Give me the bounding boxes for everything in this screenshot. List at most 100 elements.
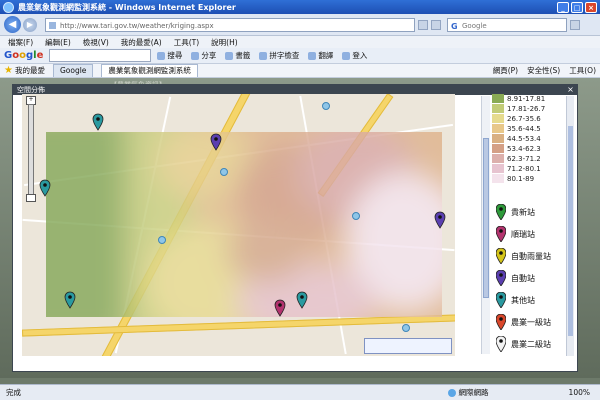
legend-station-row: 農業二級站 bbox=[496, 336, 551, 352]
stop-icon[interactable] bbox=[431, 19, 441, 30]
google-toolbar: Google 搜尋 分享 書籤 拼字檢查 翻譯 登入 bbox=[0, 48, 600, 64]
tab-google[interactable]: Google bbox=[52, 64, 94, 77]
legend-range-row: 80.1-89 bbox=[492, 174, 534, 183]
ie-logo-icon bbox=[3, 1, 14, 13]
toolbar-share[interactable]: 分享 bbox=[191, 50, 216, 61]
legend-range-row: 71.2-80.1 bbox=[492, 164, 541, 173]
globe-icon bbox=[447, 388, 456, 397]
legend-range-label: 53.4-62.3 bbox=[507, 144, 541, 153]
google-logo: Google bbox=[4, 50, 44, 61]
legend-swatch bbox=[492, 94, 504, 103]
toolbar-search[interactable]: 搜尋 bbox=[157, 50, 182, 61]
menu-file[interactable]: 檔案(F) bbox=[8, 37, 33, 48]
back-button[interactable]: ◀ bbox=[4, 16, 21, 33]
command-page[interactable]: 網頁(P) bbox=[493, 65, 518, 76]
legend-range-row: 53.4-62.3 bbox=[492, 144, 541, 153]
user-icon bbox=[342, 51, 351, 60]
legend-station-label: 農業一級站 bbox=[511, 317, 551, 327]
legend-station-row: 自動站 bbox=[496, 270, 535, 286]
toolbar-signin[interactable]: 登入 bbox=[342, 50, 367, 61]
legend-range-row: 26.7-35.6 bbox=[492, 114, 541, 123]
menu-edit[interactable]: 編輯(E) bbox=[45, 37, 71, 48]
station-marker[interactable] bbox=[39, 179, 51, 197]
search-placeholder: Google bbox=[462, 21, 487, 30]
favorites-star-icon[interactable]: ★ bbox=[4, 65, 13, 76]
favorites-label[interactable]: 我的最愛 bbox=[15, 65, 45, 76]
menu-bar: 檔案(F) 編輯(E) 檢視(V) 我的最愛(A) 工具(T) 說明(H) bbox=[0, 36, 600, 48]
station-marker[interactable] bbox=[434, 211, 446, 229]
legend-range-row: 17.81-26.7 bbox=[492, 104, 545, 113]
legend-station-label: 農業二級站 bbox=[511, 339, 551, 349]
menu-tools[interactable]: 工具(T) bbox=[174, 37, 199, 48]
legend-range-label: 35.6-44.5 bbox=[507, 124, 541, 133]
google-search-icon: G bbox=[451, 21, 458, 31]
legend-range-label: 8.91-17.81 bbox=[507, 94, 546, 103]
station-pin-icon bbox=[496, 292, 506, 308]
popup-title: 空間分佈 bbox=[17, 86, 45, 94]
station-marker[interactable] bbox=[92, 113, 104, 131]
legend-range-row: 44.5-53.4 bbox=[492, 134, 541, 143]
tab-weather-system[interactable]: 農業氣象觀測網監測系統 bbox=[101, 64, 198, 77]
popup-scrollbar[interactable] bbox=[481, 96, 490, 354]
refresh-icon[interactable] bbox=[418, 19, 428, 30]
address-bar: ◀ ▶ http://www.tari.gov.tw/weather/krigi… bbox=[0, 14, 600, 36]
toolbar-translate[interactable]: 翻譯 bbox=[308, 50, 333, 61]
bookmark-icon bbox=[225, 51, 234, 60]
google-toolbar-input[interactable] bbox=[49, 49, 152, 62]
station-pin-icon bbox=[496, 336, 506, 352]
page-icon bbox=[49, 21, 56, 29]
menu-view[interactable]: 檢視(V) bbox=[83, 37, 109, 48]
map-legend: 8.91-17.81 17.81-26.7 26.7-35.6 35.6-44.5 44… bbox=[492, 94, 564, 360]
station-pin-icon bbox=[496, 270, 506, 286]
spellcheck-icon bbox=[259, 51, 268, 60]
command-tools[interactable]: 工具(O) bbox=[569, 65, 596, 76]
menu-favorites[interactable]: 我的最愛(A) bbox=[121, 37, 162, 48]
legend-station-row: 順瑞站 bbox=[496, 226, 535, 242]
station-marker[interactable] bbox=[64, 291, 76, 309]
favorites-bar: ★ 我的最愛 Google 農業氣象觀測網監測系統 網頁(P) 安全性(S) 工… bbox=[0, 64, 600, 78]
legend-swatch bbox=[492, 124, 504, 133]
close-button[interactable]: × bbox=[585, 1, 597, 13]
search-input[interactable]: G Google bbox=[447, 17, 567, 32]
legend-range-row: 8.91-17.81 bbox=[492, 94, 545, 103]
map-overview-box[interactable] bbox=[364, 338, 452, 354]
legend-swatch bbox=[492, 154, 504, 163]
search-icon bbox=[157, 51, 166, 60]
station-marker[interactable] bbox=[296, 291, 308, 309]
command-safety[interactable]: 安全性(S) bbox=[527, 65, 560, 76]
legend-swatch bbox=[492, 104, 504, 113]
legend-scrollbar-thumb[interactable] bbox=[568, 126, 573, 336]
toolbar-spellcheck[interactable]: 拼字檢查 bbox=[259, 50, 299, 61]
security-zone: 網際網路 bbox=[447, 387, 489, 398]
legend-range-label: 17.81-26.7 bbox=[507, 104, 546, 113]
station-markers bbox=[39, 113, 446, 317]
popup-scrollbar-thumb[interactable] bbox=[483, 138, 489, 298]
legend-range-label: 71.2-80.1 bbox=[507, 164, 541, 173]
station-marker[interactable] bbox=[274, 299, 286, 317]
popup-close-icon[interactable]: × bbox=[566, 85, 575, 94]
legend-range-label: 62.3-71.2 bbox=[507, 154, 541, 163]
window-title: 農業氣象觀測網監測系統 - Windows Internet Explorer bbox=[18, 2, 236, 12]
share-icon bbox=[191, 51, 200, 60]
station-pin-icon bbox=[496, 204, 506, 220]
window-titlebar: 農業氣象觀測網監測系統 - Windows Internet Explorer … bbox=[0, 0, 600, 14]
map-canvas[interactable]: + bbox=[22, 94, 455, 356]
maximize-button[interactable]: □ bbox=[571, 1, 583, 13]
legend-station-label: 貴新站 bbox=[511, 207, 535, 217]
legend-range-label: 26.7-35.6 bbox=[507, 114, 541, 123]
url-input[interactable]: http://www.tari.gov.tw/weather/kriging.a… bbox=[45, 17, 415, 32]
legend-scrollbar[interactable] bbox=[566, 96, 574, 356]
legend-swatch bbox=[492, 144, 504, 153]
zoom-level[interactable]: 100% bbox=[569, 388, 590, 397]
station-marker[interactable] bbox=[210, 133, 222, 151]
menu-help[interactable]: 說明(H) bbox=[211, 37, 238, 48]
toolbar-bookmarks[interactable]: 書籤 bbox=[225, 50, 250, 61]
status-text: 完成 bbox=[6, 388, 21, 397]
forward-button[interactable]: ▶ bbox=[23, 17, 37, 32]
station-pin-icon bbox=[496, 248, 506, 264]
minimize-button[interactable]: _ bbox=[557, 1, 569, 13]
search-go-icon[interactable] bbox=[570, 19, 580, 30]
legend-swatch bbox=[492, 174, 504, 183]
legend-swatch bbox=[492, 134, 504, 143]
legend-swatch bbox=[492, 114, 504, 123]
